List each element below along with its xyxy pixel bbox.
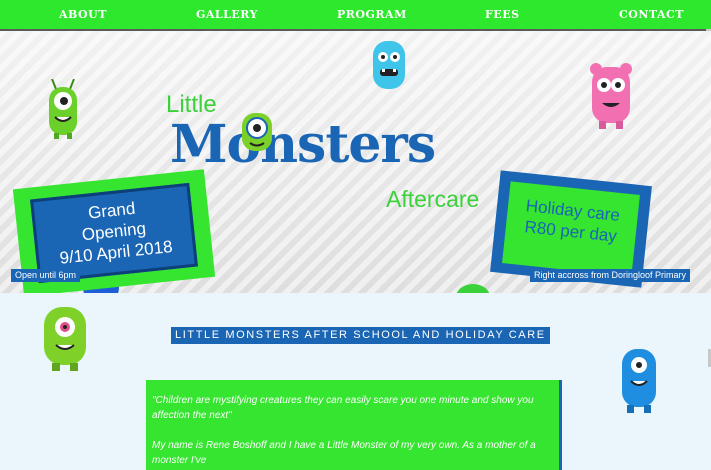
section-heading: LITTLE MONSTERS AFTER SCHOOL AND HOLIDAY… [171, 327, 550, 344]
hero-banner: Little Monsters Aftercare Grand Opening … [0, 31, 711, 293]
intro-quote: "Children are mystifying creatures they … [152, 395, 534, 421]
green-monster-head-icon [456, 284, 490, 293]
nav-gallery[interactable]: GALLERY [196, 0, 258, 29]
nav-program[interactable]: PROGRAM [337, 0, 407, 29]
nav-about[interactable]: ABOUT [59, 0, 107, 29]
blue-furry-standing-monster-icon [622, 349, 656, 413]
logo-cyclops-monster-icon [242, 113, 272, 151]
intro-text-box: "Children are mystifying creatures they … [146, 380, 562, 470]
open-hours-tag: Open until 6pm [11, 269, 81, 282]
blue-furry-monster-icon [373, 41, 405, 89]
green-furry-cyclops-monster-icon [44, 307, 86, 371]
logo-aftercare-text: Aftercare [386, 186, 480, 212]
top-navigation: ABOUT GALLERY PROGRAM FEES CONTACT [0, 0, 711, 31]
green-cyclops-monster-icon [49, 79, 77, 139]
pink-monster-icon [590, 63, 632, 129]
logo-monsters-text: Monsters [170, 114, 436, 175]
intro-paragraph: My name is Rene Boshoff and I have a Lit… [152, 440, 536, 466]
nav-contact[interactable]: CONTACT [619, 0, 684, 29]
nav-fees[interactable]: FEES [485, 0, 520, 29]
location-tag: Right accross from Doringloof Primary [530, 269, 691, 282]
